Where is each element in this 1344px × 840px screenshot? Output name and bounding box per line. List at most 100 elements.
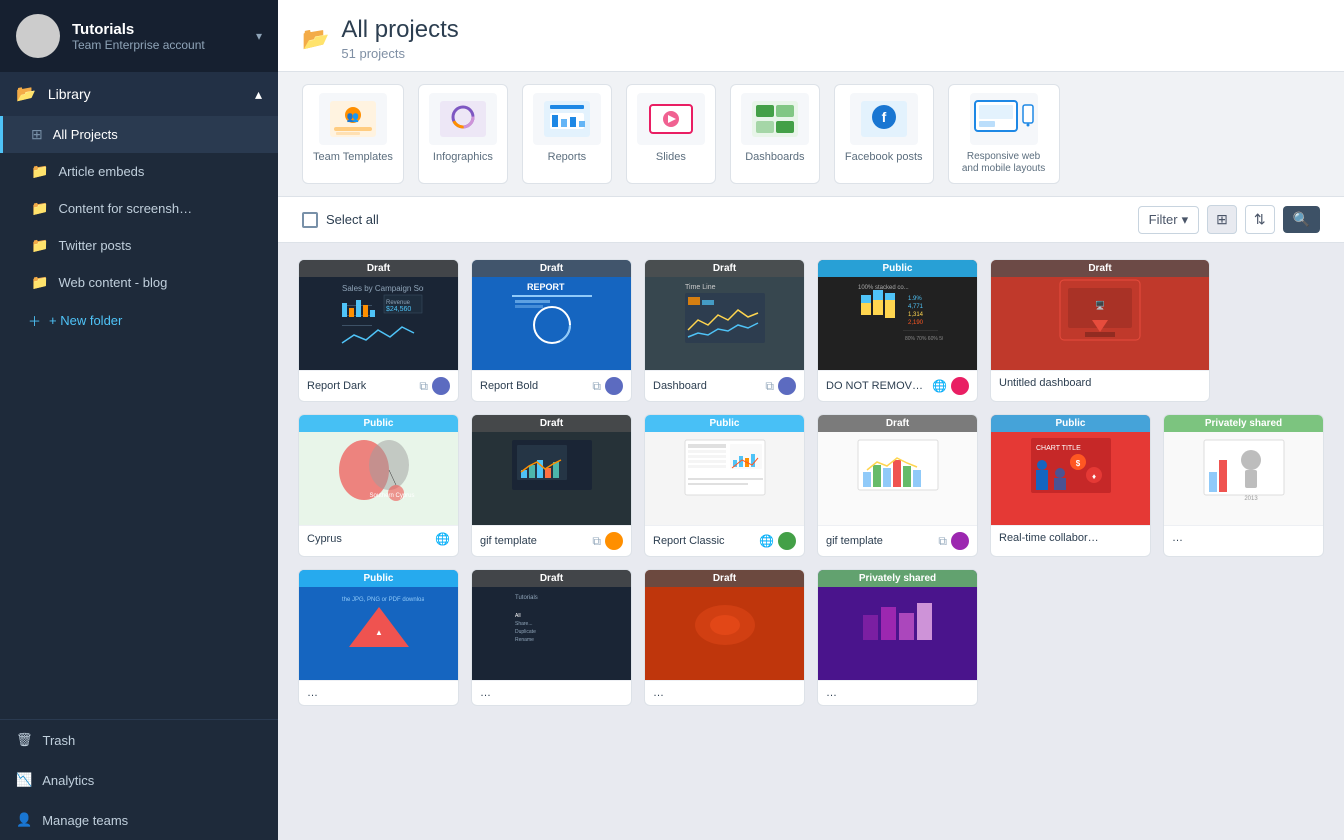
svg-text:Sales by Campaign Sources: Sales by Campaign Sources (342, 284, 424, 293)
infographics-thumb (429, 93, 497, 145)
project-footer: … (1164, 525, 1323, 550)
project-actions: ⧉ (592, 377, 623, 395)
grid-view-button[interactable]: ⊞ (1207, 205, 1237, 234)
status-badge: Draft (645, 570, 804, 587)
chevron-up-icon: ▴ (255, 86, 262, 103)
type-filter-dashboards[interactable]: Dashboards (730, 84, 820, 184)
copy-icon[interactable]: ⧉ (592, 379, 601, 394)
svg-text:1,314: 1,314 (908, 312, 924, 318)
status-badge: Draft (299, 260, 458, 277)
page-title-area: 📂 All projects 51 projects (302, 16, 459, 61)
svg-text:REPORT: REPORT (527, 282, 565, 292)
top-bar: 📂 All projects 51 projects (278, 0, 1344, 72)
status-badge: Privately shared (818, 570, 977, 587)
sidebar-item-manage-teams[interactable]: 👤 Manage teams (0, 800, 278, 840)
status-badge: Public (991, 415, 1150, 432)
sidebar-item-label: Twitter posts (58, 238, 131, 253)
project-thumbnail: Public 100% stacked co... (818, 260, 977, 370)
type-filter-facebook-posts[interactable]: f Facebook posts (834, 84, 934, 184)
type-filter-reports[interactable]: Reports (522, 84, 612, 184)
svg-text:2,190: 2,190 (908, 320, 924, 326)
project-card-privately-shared-1[interactable]: Privately shared 2013 … (1163, 414, 1324, 557)
select-all-label[interactable]: Select all (326, 212, 379, 227)
svg-text:2013: 2013 (1244, 496, 1258, 502)
project-footer: Real-time collabora... (991, 525, 1150, 550)
project-thumbnail: Privately shared (818, 570, 977, 680)
svg-text:▲: ▲ (375, 628, 383, 637)
project-card-gif-template-1[interactable]: Draft gi (471, 414, 632, 557)
sidebar-item-twitter-posts[interactable]: 📁 Twitter posts (0, 227, 278, 264)
sidebar-item-article-embeds[interactable]: 📁 Article embeds (0, 153, 278, 190)
sidebar-item-content-for-screenshots[interactable]: 📁 Content for screensh… (0, 190, 278, 227)
sidebar-bottom: 🗑 Trash 📉 Analytics 👤 Manage teams (0, 719, 278, 840)
status-badge: Draft (991, 260, 1209, 277)
folder-icon: 📁 (31, 237, 48, 254)
svg-text:4,771: 4,771 (908, 304, 924, 310)
project-card-privately-shared-2[interactable]: Privately shared … (817, 569, 978, 706)
toolbar-right: Filter ▾ ⊞ ⇅ 🔍 (1138, 205, 1320, 234)
search-button[interactable]: 🔍 (1283, 206, 1320, 233)
projects-toolbar: Select all Filter ▾ ⊞ ⇅ 🔍 (278, 197, 1344, 243)
project-thumbnail: Public CHART TITLE $ (991, 415, 1150, 525)
filter-button[interactable]: Filter ▾ (1138, 206, 1199, 234)
project-name: Cyprus (307, 533, 342, 545)
project-card-realtime-collab[interactable]: Public CHART TITLE $ (990, 414, 1151, 557)
sidebar-item-all-projects[interactable]: ⊞ All Projects (0, 116, 278, 153)
copy-icon[interactable]: ⧉ (765, 379, 774, 394)
filter-chevron-icon: ▾ (1182, 212, 1189, 228)
project-card-dashboard[interactable]: Draft Time Line Dashboard ⧉ (644, 259, 805, 402)
project-footer: … (299, 680, 458, 705)
project-card-untitled-dashboard[interactable]: Draft 🖥️ Untitled dashboard (990, 259, 1210, 402)
type-filter-team-templates[interactable]: 👥 Team Templates (302, 84, 404, 184)
library-section[interactable]: 📂 Library ▴ (0, 72, 278, 116)
project-card-report-classic[interactable]: Public (644, 414, 805, 557)
project-actions: ⧉ (419, 377, 450, 395)
copy-icon[interactable]: ⧉ (938, 534, 947, 549)
globe-icon[interactable]: 🌐 (435, 532, 450, 546)
plus-icon: ＋ (28, 311, 41, 330)
project-footer: … (472, 680, 631, 705)
project-footer: Report Classic 🌐 (645, 525, 804, 556)
project-thumbnail: Draft 🖥️ (991, 260, 1209, 370)
sidebar-item-label: Web content - blog (58, 275, 167, 290)
sidebar-item-trash[interactable]: 🗑 Trash (0, 720, 278, 760)
project-card-cyprus[interactable]: Public Southern Cyprus Cyprus 🌐 (298, 414, 459, 557)
copy-icon[interactable]: ⧉ (592, 534, 601, 549)
status-badge: Public (818, 260, 977, 277)
project-card-draft-tutorials[interactable]: Draft Tutorials All Share... Duplicate R… (471, 569, 632, 706)
sidebar-item-web-content-blog[interactable]: 📁 Web content - blog (0, 264, 278, 301)
svg-text:Share...: Share... (515, 621, 533, 627)
select-all-checkbox[interactable] (302, 212, 318, 228)
project-name: … (1172, 532, 1183, 544)
project-card-gif-template-2[interactable]: Draft gif template (817, 414, 978, 557)
type-label: Infographics (433, 151, 493, 163)
type-filter-slides[interactable]: Slides (626, 84, 716, 184)
project-actions: 🌐 (435, 532, 450, 546)
globe-icon[interactable]: 🌐 (759, 534, 774, 548)
project-owner-avatar (778, 532, 796, 550)
sidebar-item-label: Article embeds (58, 164, 144, 179)
sidebar-item-analytics[interactable]: 📉 Analytics (0, 760, 278, 800)
analytics-icon: 📉 (16, 772, 32, 788)
svg-text:Rename: Rename (515, 637, 534, 643)
project-actions: ⧉ (765, 377, 796, 395)
new-folder-button[interactable]: ＋ + New folder (0, 301, 278, 340)
svg-text:1.9%: 1.9% (908, 296, 922, 302)
project-card-draft-coral[interactable]: Draft … (644, 569, 805, 706)
globe-icon[interactable]: 🌐 (932, 379, 947, 393)
copy-icon[interactable]: ⧉ (419, 379, 428, 394)
project-footer: Untitled dashboard (991, 370, 1209, 395)
project-card-public-pyramid[interactable]: Public the JPG, PNG or PDF download opti… (298, 569, 459, 706)
project-card-do-not-remove[interactable]: Public 100% stacked co... (817, 259, 978, 402)
project-card-report-dark[interactable]: Draft Sales by Campaign Sources Revenue (298, 259, 459, 402)
svg-text:f: f (881, 109, 886, 125)
folder-icon: 📁 (31, 163, 48, 180)
type-filter-infographics[interactable]: Infographics (418, 84, 508, 184)
sort-button[interactable]: ⇅ (1245, 205, 1275, 234)
project-card-report-bold[interactable]: Draft REPORT Report Bold ⧉ (471, 259, 632, 402)
project-footer: gif template ⧉ (472, 525, 631, 556)
svg-text:$24,560: $24,560 (386, 306, 411, 313)
type-filter-responsive-web[interactable]: Responsive web and mobile layouts (948, 84, 1060, 184)
chevron-down-icon[interactable]: ▾ (256, 29, 262, 43)
type-label: Team Templates (313, 151, 393, 163)
